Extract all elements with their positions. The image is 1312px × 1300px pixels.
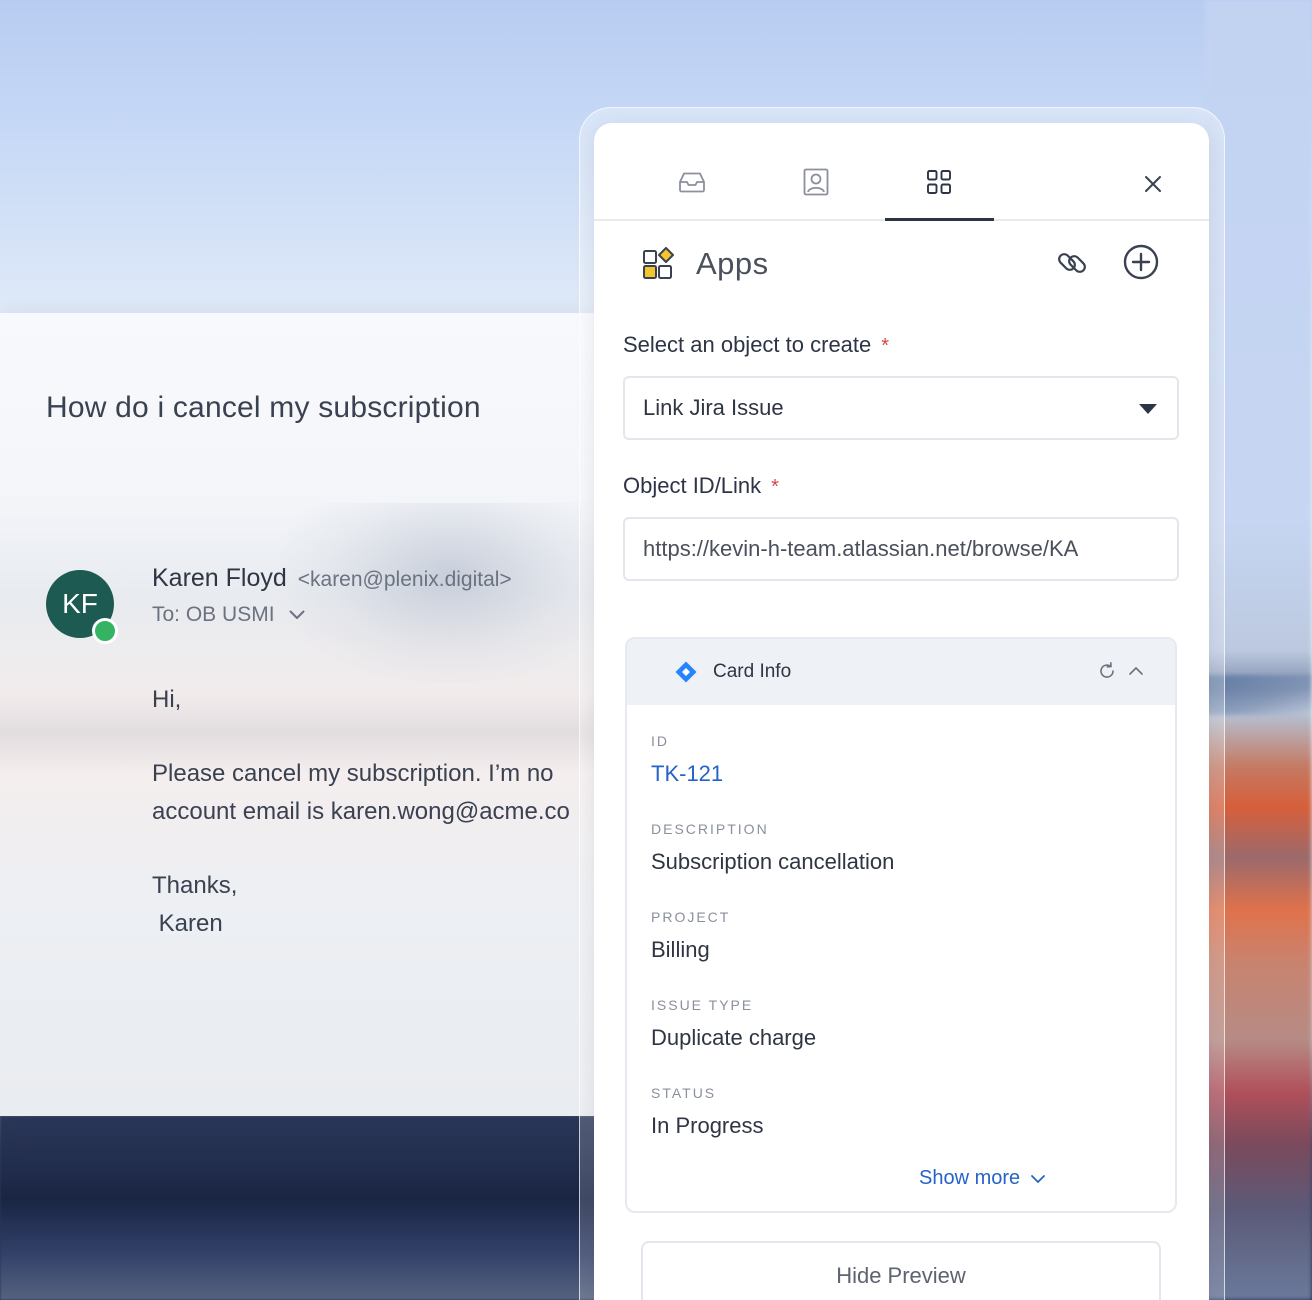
recipient-label: To: OB USMI	[152, 603, 275, 626]
info-key: ID	[651, 733, 669, 749]
email-body: Hi, Please cancel my subscription. I’m n…	[152, 681, 592, 943]
tab-inbox[interactable]	[675, 165, 709, 199]
email-panel: How do i cancel my subscription KF Karen…	[0, 313, 600, 1116]
link-icon	[1058, 253, 1086, 273]
info-value: Duplicate charge	[651, 1025, 817, 1050]
chevron-down-icon	[1031, 1174, 1046, 1183]
info-field-status: STATUS In Progress	[651, 1085, 1175, 1139]
sender-name: Karen Floyd	[152, 564, 287, 592]
info-field-id: ID TK-121	[651, 733, 1175, 787]
online-status-dot	[92, 618, 118, 644]
issue-id-link[interactable]: TK-121	[651, 761, 1175, 787]
caret-down-icon	[1139, 404, 1157, 414]
jira-icon	[675, 661, 697, 683]
plus-circle-icon	[1123, 244, 1159, 280]
close-icon	[1145, 176, 1161, 192]
active-tab-indicator	[885, 218, 994, 221]
tab-contact[interactable]	[799, 165, 833, 199]
info-value: Billing	[651, 937, 710, 962]
email-signoff: Thanks, Karen	[152, 867, 592, 943]
info-field-project: PROJECT Billing	[651, 909, 1175, 963]
email-greeting: Hi,	[152, 686, 182, 713]
show-more-button[interactable]: Show more	[919, 1167, 1046, 1190]
show-more-label: Show more	[919, 1167, 1021, 1189]
email-signature: Karen	[152, 910, 223, 937]
card-info-header[interactable]: Card Info	[627, 639, 1175, 705]
apps-logo-icon	[643, 247, 674, 279]
card-info-title: Card Info	[713, 661, 792, 682]
contact-icon	[803, 168, 829, 196]
close-button[interactable]	[1140, 171, 1166, 197]
sender-line: Karen Floyd <karen@plenix.digital>	[152, 564, 512, 593]
object-id-label-text: Object ID/Link	[623, 473, 762, 498]
object-type-select[interactable]: Link Jira Issue	[623, 376, 1179, 440]
chevron-down-icon	[289, 610, 305, 619]
side-panel: Apps Select an object to create * Link Ji…	[594, 123, 1209, 1300]
panel-tabs	[594, 123, 1209, 221]
info-value: Subscription cancellation	[651, 849, 895, 874]
info-field-description: DESCRIPTION Subscription cancellation	[651, 821, 1175, 875]
hide-preview-button[interactable]: Hide Preview	[641, 1241, 1161, 1300]
link-button[interactable]	[1054, 245, 1090, 286]
required-marker: *	[771, 476, 779, 498]
recipient-toggle[interactable]: To: OB USMI	[152, 603, 305, 627]
info-key: STATUS	[651, 1085, 717, 1101]
info-key: PROJECT	[651, 909, 731, 925]
card-info-body: ID TK-121 DESCRIPTION Subscription cance…	[627, 705, 1175, 1139]
object-select-label-text: Select an object to create	[623, 332, 872, 357]
object-type-value: Link Jira Issue	[643, 395, 784, 420]
refresh-icon[interactable]	[1097, 661, 1117, 681]
apps-grid-icon	[927, 170, 951, 194]
chevron-up-icon[interactable]	[1127, 661, 1145, 681]
object-id-input[interactable]	[623, 517, 1179, 581]
object-id-label: Object ID/Link *	[623, 473, 779, 499]
tab-apps[interactable]	[922, 165, 956, 199]
email-paragraph: Please cancel my subscription. I’m no ac…	[152, 755, 592, 831]
card-info: Card Info ID TK-121 DESCRIPTION Subscrip…	[625, 637, 1177, 1213]
background-bottom-blur	[0, 1116, 600, 1300]
info-key: ISSUE TYPE	[651, 997, 754, 1013]
email-subject: How do i cancel my subscription	[46, 391, 481, 424]
apps-header: Apps	[642, 241, 1209, 287]
card-info-actions	[1097, 661, 1145, 681]
required-marker: *	[881, 335, 890, 357]
email-body-line: account email is karen.wong@acme.co	[152, 798, 570, 825]
email-body-line: Please cancel my subscription. I’m no	[152, 760, 554, 787]
object-select-label: Select an object to create *	[623, 332, 889, 358]
info-key: DESCRIPTION	[651, 821, 769, 837]
sender-email: <karen@plenix.digital>	[297, 568, 512, 591]
inbox-icon	[679, 172, 705, 193]
info-value: In Progress	[651, 1113, 764, 1138]
info-field-issue-type: ISSUE TYPE Duplicate charge	[651, 997, 1175, 1051]
apps-title: Apps	[696, 246, 769, 281]
add-button[interactable]	[1122, 243, 1160, 286]
avatar-initials: KF	[62, 588, 98, 619]
email-signoff-line: Thanks,	[152, 872, 238, 899]
avatar: KF	[46, 570, 118, 644]
